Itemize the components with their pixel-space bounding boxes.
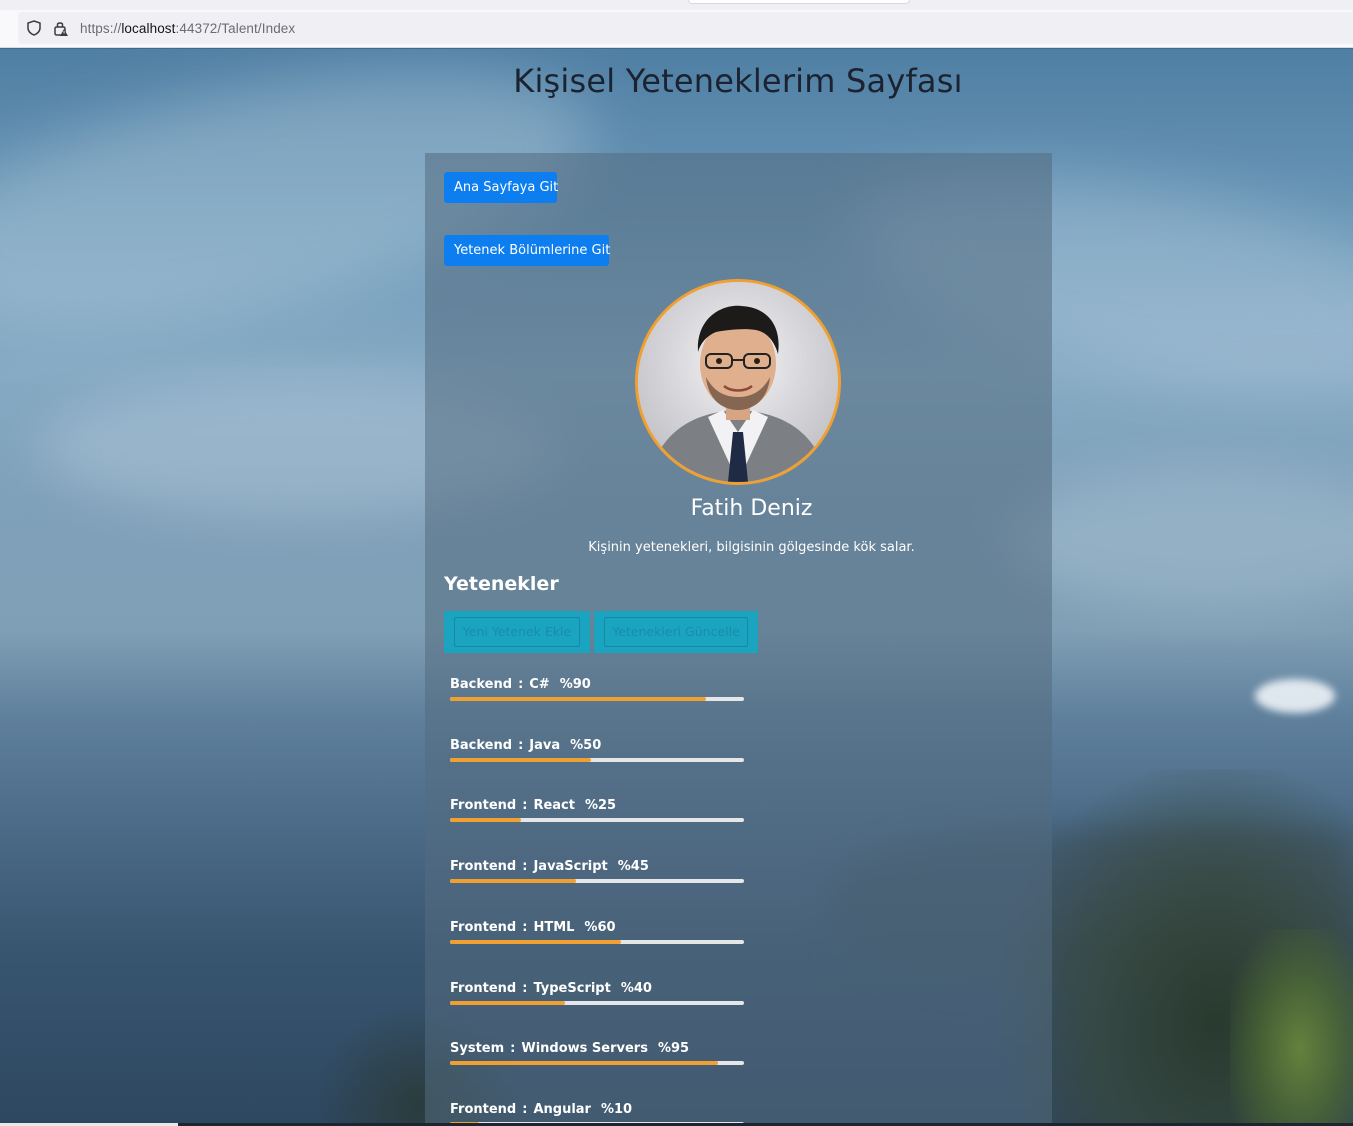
skill-label: Backend: Java %50: [450, 738, 602, 753]
skill-name: TypeScript: [533, 981, 611, 996]
skill-category: Backend: [450, 738, 513, 753]
skill-progress-bar: [450, 940, 744, 944]
skill-progress-fill: [450, 1001, 565, 1005]
update-skills-button-label: Yetenekleri Güncelle: [604, 617, 748, 647]
skill-percent: %45: [617, 859, 649, 874]
update-skills-button[interactable]: Yetenekleri Güncelle: [594, 611, 758, 653]
skill-progress-fill: [450, 697, 706, 701]
skill-label: System: Windows Servers %95: [450, 1041, 690, 1056]
add-skill-button[interactable]: Yeni Yetenek Ekle: [444, 611, 590, 653]
skill-category: Frontend: [450, 798, 517, 813]
skill-progress-bar: [450, 1001, 744, 1005]
browser-tab-strip: [0, 0, 1353, 10]
home-button[interactable]: Ana Sayfaya Git: [444, 172, 558, 203]
tracking-shield-icon[interactable]: [27, 20, 41, 36]
skill-category: System: [450, 1041, 505, 1056]
skill-item: Frontend: TypeScript %40: [450, 981, 744, 1005]
skill-percent: %95: [657, 1041, 690, 1056]
skill-percent: %90: [559, 677, 591, 692]
skill-label: Frontend: React %25: [450, 798, 617, 813]
insecure-lock-icon[interactable]: [53, 20, 69, 36]
browser-tab[interactable]: [688, 0, 910, 4]
skill-name: React: [533, 798, 575, 813]
skill-category: Backend: [450, 677, 513, 692]
profile-quote: Kişinin yetenekleri, bilgisinin gölgesin…: [588, 540, 915, 555]
skill-progress-bar: [450, 758, 744, 762]
skill-percent: %10: [600, 1102, 633, 1117]
skill-percent: %50: [570, 738, 602, 753]
profile-photo-icon: [638, 282, 838, 482]
skill-name: JavaScript: [533, 859, 608, 874]
skill-label: Frontend: HTML %60: [450, 920, 616, 935]
profile-avatar: [635, 279, 841, 485]
skill-label: Backend: C# %90: [450, 677, 591, 692]
skill-progress-bar: [450, 818, 744, 822]
skill-percent: %60: [584, 920, 616, 935]
profile-name: Fatih Deniz: [690, 496, 813, 521]
skill-name: C#: [529, 677, 550, 692]
skill-progress-fill: [450, 879, 577, 883]
skill-progress-bar: [450, 697, 744, 701]
skill-label: Frontend: TypeScript %40: [450, 981, 652, 996]
url-text[interactable]: https://localhost:44372/Talent/Index: [80, 21, 295, 36]
skills-card: Ana Sayfaya Git Yetenek Bölümlerine Git: [425, 153, 1052, 1126]
skill-percent: %25: [584, 798, 617, 813]
skill-progress-fill: [450, 818, 521, 822]
skill-item: Backend: C# %90: [450, 677, 744, 701]
skill-name: Windows Servers: [521, 1041, 648, 1056]
skill-item: System: Windows Servers %95: [450, 1041, 744, 1065]
skill-progress-fill: [450, 940, 621, 944]
skill-category: Frontend: [450, 1102, 517, 1117]
skill-name: HTML: [533, 920, 575, 935]
skill-progress-fill: [450, 758, 592, 762]
skill-progress-bar: [450, 1061, 744, 1065]
skill-item: Frontend: JavaScript %45: [450, 859, 744, 883]
skill-label: Frontend: Angular %10: [450, 1102, 633, 1117]
skill-name: Angular: [533, 1102, 591, 1117]
skills-heading: Yetenekler: [444, 573, 559, 595]
skill-progress-fill: [450, 1061, 718, 1065]
skill-category: Frontend: [450, 920, 517, 935]
skill-item: Frontend: HTML %60: [450, 920, 744, 944]
page-title: Kişisel Yeteneklerim Sayfası: [513, 62, 963, 100]
skill-progress-bar: [450, 879, 744, 883]
skill-sections-button[interactable]: Yetenek Bölümlerine Git: [444, 235, 610, 266]
skill-name: Java: [529, 738, 561, 753]
skill-label: Frontend: JavaScript %45: [450, 859, 649, 874]
skill-item: Backend: Java %50: [450, 738, 744, 762]
skill-category: Frontend: [450, 981, 517, 996]
skill-category: Frontend: [450, 859, 517, 874]
skill-percent: %40: [620, 981, 652, 996]
skill-item: Frontend: React %25: [450, 798, 744, 822]
add-skill-button-label: Yeni Yetenek Ekle: [454, 617, 580, 647]
